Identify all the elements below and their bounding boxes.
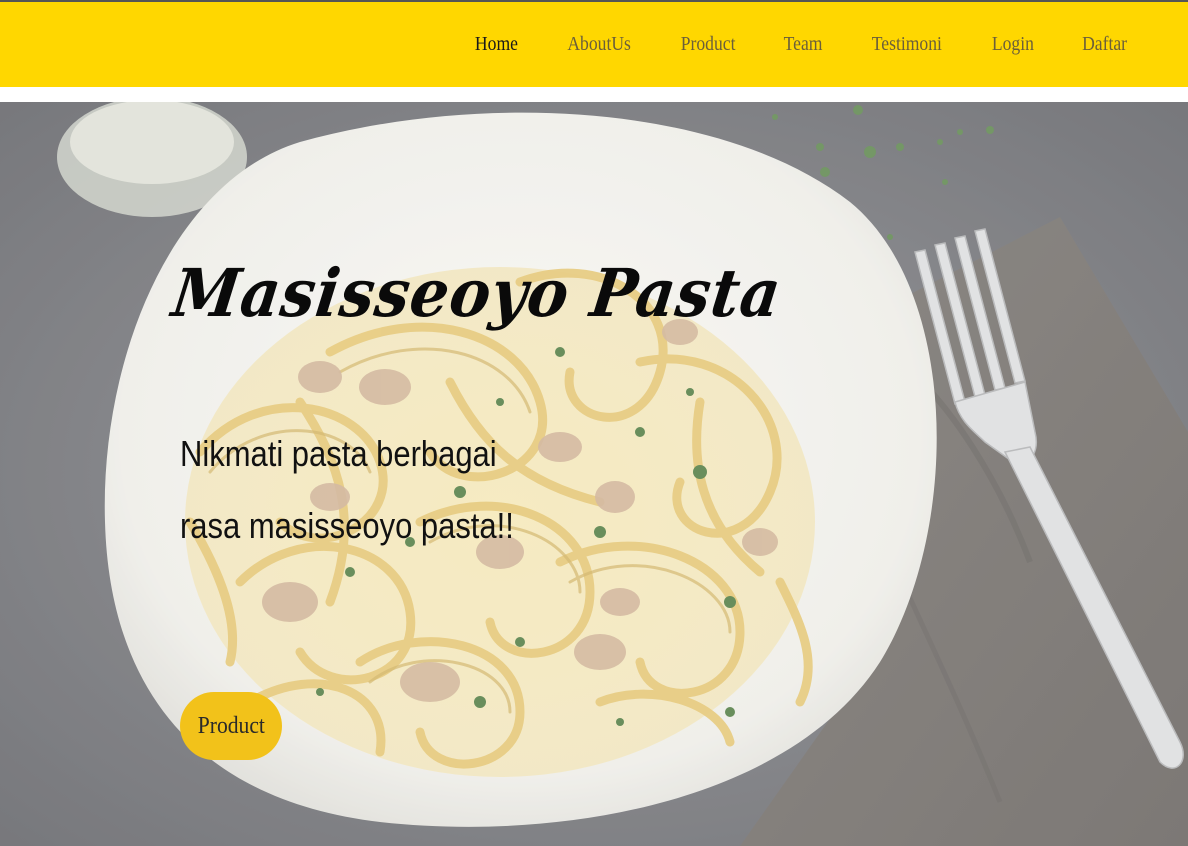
nav-link-login[interactable]: Login (992, 33, 1034, 56)
nav-menu: Home AboutUs Product Team Testimoni Logi… (430, 2, 1130, 87)
navbar: Home AboutUs Product Team Testimoni Logi… (0, 2, 1188, 87)
nav-link-daftar[interactable]: Daftar (1082, 33, 1127, 56)
nav-link-home[interactable]: Home (475, 33, 518, 56)
hero-section: Masisseoyo Pasta Nikmati pasta berbagai … (0, 102, 1188, 846)
nav-link-product[interactable]: Product (681, 33, 736, 56)
nav-link-aboutus[interactable]: AboutUs (567, 33, 631, 56)
nav-link-team[interactable]: Team (784, 33, 823, 56)
product-button-label: Product (197, 712, 265, 739)
product-button[interactable]: Product (180, 692, 282, 760)
hero-overlay (0, 102, 1188, 846)
hero-subtitle: Nikmati pasta berbagai rasa masisseoyo p… (180, 433, 514, 546)
hero-title: Masisseoyo Pasta (167, 254, 786, 333)
nav-link-testimoni[interactable]: Testimoni (872, 33, 942, 56)
